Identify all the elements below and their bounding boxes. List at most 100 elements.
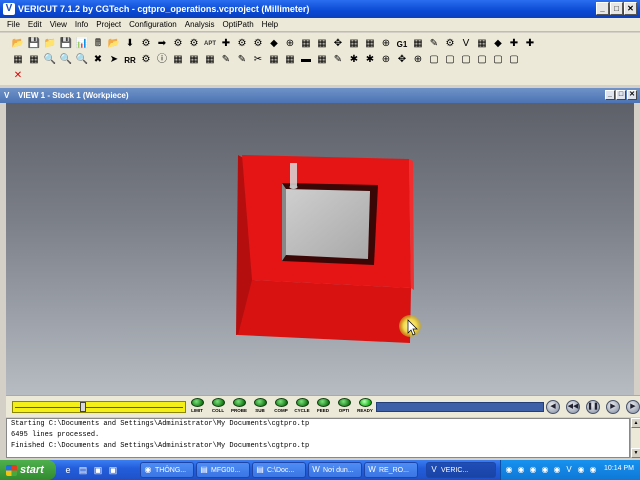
toolbar-row1-button-20-icon[interactable]: ✥ <box>330 36 346 52</box>
menu-analysis[interactable]: Analysis <box>181 20 219 29</box>
toolbar-row2-button-21-icon[interactable]: ✱ <box>346 52 362 68</box>
toolbar-row2-button-8-icon[interactable]: ⚙ <box>138 52 154 68</box>
toolbar-row2-button-9-icon[interactable]: ⓘ <box>154 52 170 68</box>
toolbar-row1-button-17-icon[interactable]: ⊕ <box>282 36 298 52</box>
quicklaunch-app2-icon[interactable]: ▣ <box>107 464 119 476</box>
minimize-button[interactable]: _ <box>596 2 609 15</box>
toolbar-row1-button-23-icon[interactable]: ⊕ <box>378 36 394 52</box>
tray-icon-3[interactable]: ◉ <box>528 465 538 475</box>
toolbar-row2-button-20-icon[interactable]: ✎ <box>330 52 346 68</box>
tray-icon-2[interactable]: ◉ <box>516 465 526 475</box>
toolbar-row2-button-27-icon[interactable]: ▢ <box>442 52 458 68</box>
menu-project[interactable]: Project <box>92 20 125 29</box>
toolbar-row1-button-4-icon[interactable]: 📊 <box>74 36 90 52</box>
window-title-bar[interactable]: V VERICUT 7.1.2 by CGTech - cgtpro_opera… <box>0 0 640 18</box>
slider-thumb[interactable] <box>80 402 87 412</box>
tray-icon-1[interactable]: ◉ <box>504 465 514 475</box>
toolbar-row1-button-15-icon[interactable]: ⚙ <box>250 36 266 52</box>
taskbar-task-3[interactable]: W Nơi dun... <box>308 462 362 478</box>
animation-speed-slider[interactable] <box>12 401 186 413</box>
taskbar-task-vericut[interactable]: V VERIC... <box>426 462 496 478</box>
toolbar-row2-button-0-icon[interactable]: ▦ <box>10 52 26 68</box>
quicklaunch-ie-icon[interactable]: e <box>62 464 74 476</box>
toolbar-row2-button-18-icon[interactable]: ▬ <box>298 52 314 68</box>
menu-help[interactable]: Help <box>258 20 282 29</box>
view-title-bar[interactable]: V VIEW 1 - Stock 1 (Workpiece) _ □ ✕ <box>0 88 640 103</box>
taskbar-task-2[interactable]: ▤ C:\Doc... <box>252 462 306 478</box>
toolbar-row2-button-1-icon[interactable]: ▦ <box>26 52 42 68</box>
step-back-button[interactable]: ◀◀ <box>566 400 580 414</box>
tray-icon-8[interactable]: ◉ <box>588 465 598 475</box>
toolbar-row2-button-26-icon[interactable]: ▢ <box>426 52 442 68</box>
graphics-viewport[interactable] <box>6 103 634 395</box>
toolbar-row2-button-29-icon[interactable]: ▢ <box>474 52 490 68</box>
toolbar-row1-button-13-icon[interactable]: ✚ <box>218 36 234 52</box>
toolbar-row2-button-25-icon[interactable]: ⊕ <box>410 52 426 68</box>
toolbar-row2-button-19-icon[interactable]: ▦ <box>314 52 330 68</box>
toolbar-row2-button-24-icon[interactable]: ✥ <box>394 52 410 68</box>
menu-view[interactable]: View <box>46 20 71 29</box>
toolbar-row1-button-1-icon[interactable]: 💾 <box>26 36 42 52</box>
toolbar-row2-button-3-icon[interactable]: 🔍 <box>58 52 74 68</box>
toolbar-row3-button-0-icon[interactable]: ✕ <box>10 68 26 84</box>
quicklaunch-folder-icon[interactable]: ▤ <box>77 464 89 476</box>
log-scrollbar[interactable]: ▲ ▼ <box>630 418 640 458</box>
play-button[interactable]: ▶ <box>606 400 620 414</box>
toolbar-row1-button-7-icon[interactable]: ⬇ <box>122 36 138 52</box>
toolbar-row1-button-31-icon[interactable]: ✚ <box>506 36 522 52</box>
toolbar-row1-button-32-icon[interactable]: ✚ <box>522 36 538 52</box>
taskbar-task-1[interactable]: ▤ MFG00... <box>196 462 250 478</box>
toolbar-row2-button-5-icon[interactable]: ✖ <box>90 52 106 68</box>
tray-icon-7[interactable]: ◉ <box>576 465 586 475</box>
tray-icon-4[interactable]: ◉ <box>540 465 550 475</box>
view-close-button[interactable]: ✕ <box>627 90 637 100</box>
toolbar-row1-button-0-icon[interactable]: 📂 <box>10 36 26 52</box>
toolbar-row1-button-9-icon[interactable]: ➡ <box>154 36 170 52</box>
stop-button[interactable]: ❚❚ <box>586 400 600 414</box>
view-maximize-button[interactable]: □ <box>616 90 626 100</box>
toolbar-row2-button-22-icon[interactable]: ✱ <box>362 52 378 68</box>
toolbar-row2-button-6-icon[interactable]: ➤ <box>106 52 122 68</box>
toolbar-row2-button-17-icon[interactable]: ▦ <box>282 52 298 68</box>
taskbar-task-4[interactable]: W RE_RO... <box>364 462 418 478</box>
menu-edit[interactable]: Edit <box>24 20 46 29</box>
toolbar-row1-button-27-icon[interactable]: ⚙ <box>442 36 458 52</box>
start-button[interactable]: start <box>0 460 56 480</box>
toolbar-row1-button-3-icon[interactable]: 💾 <box>58 36 74 52</box>
toolbar-row2-button-2-icon[interactable]: 🔍 <box>42 52 58 68</box>
toolbar-row1-button-5-icon[interactable]: 🖩 <box>90 36 106 52</box>
play-to-end-button[interactable]: ▶ <box>626 400 640 414</box>
scroll-up-button[interactable]: ▲ <box>631 418 640 428</box>
menu-info[interactable]: Info <box>71 20 92 29</box>
view-minimize-button[interactable]: _ <box>605 90 615 100</box>
toolbar-row1-button-29-icon[interactable]: ▦ <box>474 36 490 52</box>
toolbar-row1-button-6-icon[interactable]: 📂 <box>106 36 122 52</box>
toolbar-row2-button-15-icon[interactable]: ✂ <box>250 52 266 68</box>
toolbar-row1-button-8-icon[interactable]: ⚙ <box>138 36 154 52</box>
toolbar-row1-button-10-icon[interactable]: ⚙ <box>170 36 186 52</box>
toolbar-row1-button-16-icon[interactable]: ◆ <box>266 36 282 52</box>
toolbar-row2-button-14-icon[interactable]: ✎ <box>234 52 250 68</box>
maximize-button[interactable]: □ <box>610 2 623 15</box>
toolbar-row1-button-30-icon[interactable]: ◆ <box>490 36 506 52</box>
menu-file[interactable]: File <box>3 20 24 29</box>
toolbar-row1-button-14-icon[interactable]: ⚙ <box>234 36 250 52</box>
toolbar-row2-button-30-icon[interactable]: ▢ <box>490 52 506 68</box>
toolbar-row1-button-21-icon[interactable]: ▦ <box>346 36 362 52</box>
tray-icon-6[interactable]: V <box>564 465 574 475</box>
toolbar-row2-button-23-icon[interactable]: ⊕ <box>378 52 394 68</box>
scroll-down-button[interactable]: ▼ <box>631 448 640 458</box>
toolbar-row1-button-11-icon[interactable]: ⚙ <box>186 36 202 52</box>
toolbar-row1-button-18-icon[interactable]: ▦ <box>298 36 314 52</box>
toolbar-row1-button-2-icon[interactable]: 📁 <box>42 36 58 52</box>
toolbar-row1-button-19-icon[interactable]: ▦ <box>314 36 330 52</box>
toolbar-row2-button-4-icon[interactable]: 🔍 <box>74 52 90 68</box>
toolbar-row2-button-13-icon[interactable]: ✎ <box>218 52 234 68</box>
toolbar-row2-button-28-icon[interactable]: ▢ <box>458 52 474 68</box>
quicklaunch-app-icon[interactable]: ▣ <box>92 464 104 476</box>
toolbar-row1-button-28-icon[interactable]: V <box>458 36 474 52</box>
toolbar-row1-button-26-icon[interactable]: ✎ <box>426 36 442 52</box>
toolbar-row2-button-10-icon[interactable]: ▦ <box>170 52 186 68</box>
toolbar-row2-button-12-icon[interactable]: ▦ <box>202 52 218 68</box>
toolbar-row1-button-22-icon[interactable]: ▦ <box>362 36 378 52</box>
